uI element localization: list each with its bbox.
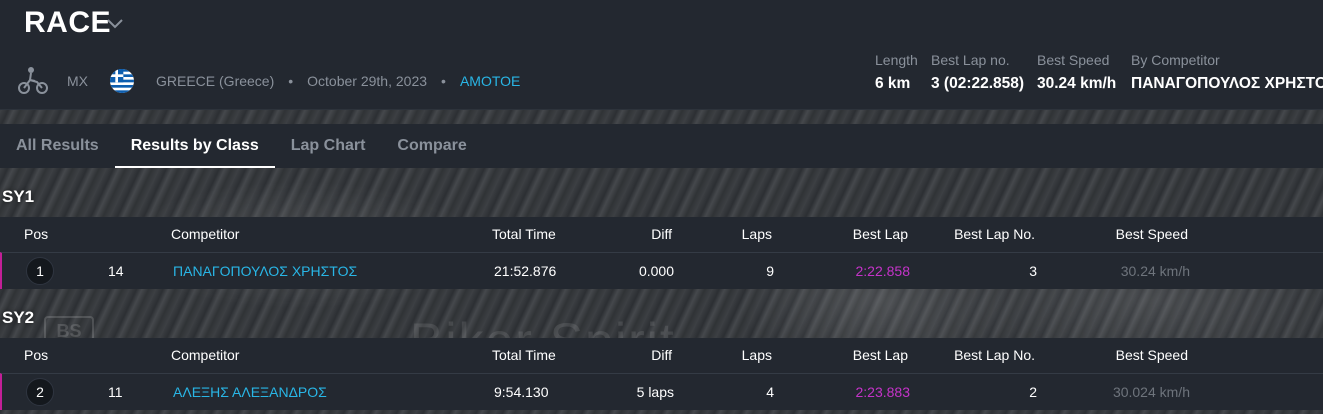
diff: 0.000 — [638, 263, 674, 279]
competitor-link[interactable]: ΠΑΝΑΓΟΠΟΥΛΟΣ ΧΡΗΣΤΟΣ — [173, 263, 357, 279]
col-pos[interactable]: Pos — [24, 226, 48, 242]
table-row[interactable]: 2 11 ΑΛΕΞΗΣ ΑΛΕΞΑΝΔΡΟΣ 9:54.130 5 laps 4… — [0, 373, 1323, 410]
greece-flag-icon — [110, 69, 134, 93]
stat-label: Best Lap no. — [931, 52, 1010, 68]
stat-value: 30.24 km/h — [1037, 75, 1117, 92]
stat-length: Length 6 km — [875, 52, 918, 93]
chevron-down-icon[interactable] — [105, 16, 125, 30]
position-badge: 1 — [26, 257, 54, 285]
stat-by-competitor: By Competitor ΠΑΝΑΓΟΠΟΥΛΟΣ ΧΡΗΣΤΟΣ — [1131, 52, 1323, 93]
col-total-time[interactable]: Total Time — [492, 347, 556, 363]
motorbike-rider-icon — [18, 67, 48, 94]
tab-results-by-class[interactable]: Results by Class — [114, 124, 275, 168]
class-heading: SY2 — [2, 308, 35, 327]
col-diff[interactable]: Diff — [600, 347, 672, 363]
col-best-lap-no[interactable]: Best Lap No. — [935, 347, 1035, 363]
col-best-speed[interactable]: Best Speed — [1080, 226, 1188, 242]
best-speed: 30.24 km/h — [1120, 263, 1190, 279]
table-row[interactable]: 1 14 ΠΑΝΑΓΟΠΟΥΛΟΣ ΧΡΗΣΤΟΣ 21:52.876 0.00… — [0, 252, 1323, 289]
separator: • — [288, 73, 294, 89]
col-competitor[interactable]: Competitor — [171, 347, 239, 363]
col-pos[interactable]: Pos — [24, 347, 48, 363]
race-header: RACE MX GREECE (Greece) • October 29th, … — [0, 0, 1323, 110]
tab-compare[interactable]: Compare — [381, 124, 482, 168]
total-time: 21:52.876 — [494, 263, 557, 279]
col-diff[interactable]: Diff — [600, 226, 672, 242]
col-best-lap-no[interactable]: Best Lap No. — [935, 226, 1035, 242]
col-competitor[interactable]: Competitor — [171, 226, 239, 242]
col-laps[interactable]: Laps — [700, 226, 772, 242]
event-date: October 29th, 2023 — [307, 73, 428, 89]
col-total-time[interactable]: Total Time — [492, 226, 556, 242]
best-speed: 30.024 km/h — [1112, 384, 1190, 400]
stat-value: 6 km — [875, 75, 911, 92]
tab-lap-chart[interactable]: Lap Chart — [275, 124, 382, 168]
stat-label: Best Speed — [1037, 52, 1110, 68]
stat-value: ΠΑΝΑΓΟΠΟΥΛΟΣ ΧΡΗΣΤΟΣ — [1131, 75, 1323, 92]
separator: • — [441, 73, 446, 89]
stat-label: Length — [875, 52, 918, 68]
position-badge: 2 — [26, 378, 54, 406]
stat-value: 3 (02:22.858) — [931, 75, 1025, 92]
col-best-speed[interactable]: Best Speed — [1080, 347, 1188, 363]
best-lap: 2:22.858 — [855, 263, 911, 279]
page-title: RACE — [24, 6, 112, 39]
laps: 4 — [766, 384, 774, 400]
col-laps[interactable]: Laps — [700, 347, 772, 363]
stat-best-speed: Best Speed 30.24 km/h — [1037, 52, 1116, 93]
organizer-link[interactable]: ΑΜΟΤΟΕ — [460, 73, 520, 89]
col-best-lap[interactable]: Best Lap — [820, 347, 908, 363]
stat-best-lap-no: Best Lap no. 3 (02:22.858) — [931, 52, 1024, 93]
competitor-link[interactable]: ΑΛΕΞΗΣ ΑΛΕΞΑΝΔΡΟΣ — [173, 384, 327, 400]
results-tabs: All Results Results by Class Lap Chart C… — [0, 124, 1323, 168]
best-lap: 2:23.883 — [855, 384, 911, 400]
class-heading: SY1 — [2, 187, 35, 206]
best-lap-no: 2 — [1029, 384, 1037, 400]
best-lap-no: 3 — [1029, 263, 1037, 279]
race-number: 14 — [108, 263, 124, 279]
category-label: MX — [67, 73, 88, 89]
event-meta: MX GREECE (Greece) • October 29th, 2023 … — [17, 66, 520, 96]
table-header: Pos Competitor Total Time Diff Laps Best… — [0, 338, 1323, 373]
race-number: 11 — [108, 384, 123, 400]
col-best-lap[interactable]: Best Lap — [820, 226, 908, 242]
table-header: Pos Competitor Total Time Diff Laps Best… — [0, 217, 1323, 252]
diff: 5 laps — [636, 384, 674, 400]
tab-all-results[interactable]: All Results — [0, 124, 115, 168]
total-time: 9:54.130 — [494, 384, 549, 400]
country-label: GREECE (Greece) — [156, 73, 275, 89]
laps: 9 — [766, 263, 774, 279]
stat-label: By Competitor — [1131, 52, 1220, 68]
